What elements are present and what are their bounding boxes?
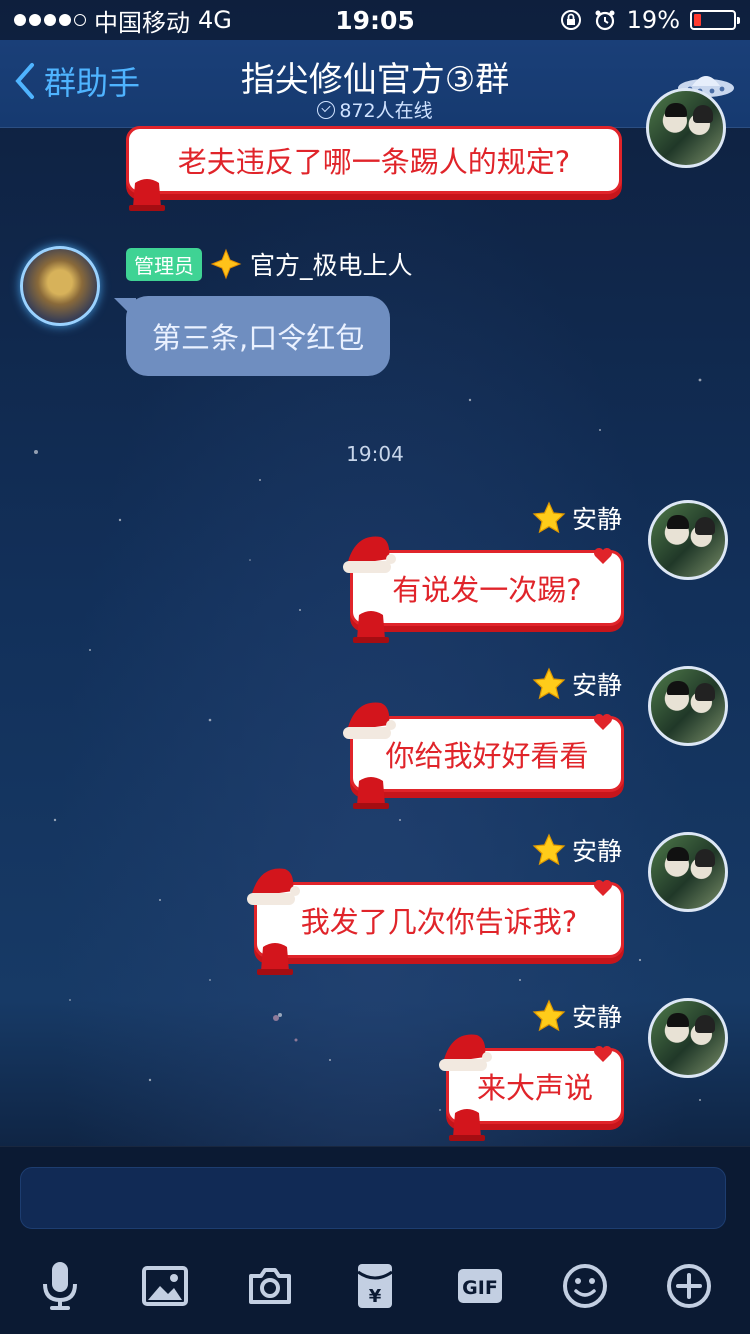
- emoji-button[interactable]: [559, 1260, 611, 1312]
- smiley-icon: [562, 1264, 607, 1308]
- check-circle-icon: [317, 101, 336, 119]
- message-text: 老夫违反了哪一条踢人的规定?: [177, 145, 571, 179]
- message-input[interactable]: [20, 1167, 726, 1229]
- bell-icon: [353, 777, 389, 809]
- bell-icon: [353, 611, 389, 643]
- avatar[interactable]: [648, 500, 728, 580]
- chat-background: [0, 0, 750, 1334]
- avatar[interactable]: [648, 998, 728, 1078]
- bell-icon: [449, 1109, 485, 1141]
- sender-name: 安静: [571, 837, 622, 866]
- nav-bar: 群助手 指尖修仙官方③群 872人在线: [0, 40, 750, 128]
- message-bubble[interactable]: 你给我好好看看: [343, 702, 624, 809]
- status-left: 中国移动 4G: [14, 3, 274, 38]
- message-text: 第三条,口令红包: [152, 321, 365, 355]
- red-packet-button[interactable]: ¥: [349, 1260, 401, 1312]
- camera-icon: [249, 1268, 292, 1304]
- gif-icon: GIF: [457, 1269, 502, 1303]
- rotation-lock-icon: [560, 10, 581, 30]
- avatar[interactable]: [648, 832, 728, 912]
- svg-text:GIF: GIF: [462, 1277, 498, 1299]
- santa-hat-icon: [247, 868, 300, 905]
- sender-row: 安静: [532, 832, 622, 868]
- heart-icon: [594, 880, 612, 896]
- timestamp: 19:04: [346, 442, 404, 466]
- starfield: [34, 378, 702, 1111]
- heart-icon: [594, 714, 612, 730]
- sender-name: 官方_极电上人: [250, 251, 413, 280]
- battery-icon: [690, 10, 740, 30]
- carrier-label: 中国移动: [94, 8, 190, 37]
- avatar[interactable]: [20, 246, 100, 326]
- message-bubble[interactable]: 老夫违反了哪一条踢人的规定?: [126, 126, 622, 211]
- admin-badge: 管理员: [126, 247, 202, 281]
- gif-button[interactable]: GIF: [454, 1260, 506, 1312]
- star-icon: [532, 667, 566, 700]
- image-button[interactable]: [139, 1260, 191, 1312]
- message-text: 来大声说: [476, 1071, 593, 1105]
- clock: 19:05: [335, 5, 415, 35]
- star-icon: [532, 501, 566, 534]
- sender-name: 安静: [571, 1003, 622, 1032]
- image-icon: [142, 1266, 189, 1306]
- santa-hat-icon: [343, 536, 396, 573]
- plus-circle-icon: [667, 1264, 712, 1308]
- message-bubble[interactable]: 我发了几次你告诉我?: [247, 868, 624, 975]
- bell-icon: [257, 943, 293, 975]
- message-bubble[interactable]: 有说发一次踢?: [343, 536, 624, 643]
- heart-icon: [594, 548, 612, 564]
- sparkle-icon: [210, 248, 242, 280]
- online-count: 872人在线: [0, 96, 750, 123]
- alarm-icon: [595, 10, 615, 31]
- camera-button[interactable]: [244, 1260, 296, 1312]
- network-label: 4G: [198, 6, 232, 34]
- red-packet-icon: ¥: [357, 1264, 393, 1308]
- signal-icon: [14, 14, 86, 26]
- message-text: 我发了几次你告诉我?: [300, 905, 578, 939]
- input-toolbar: ¥ GIF: [0, 1251, 750, 1321]
- input-area: ¥ GIF: [0, 1146, 750, 1334]
- svg-text:¥: ¥: [369, 1286, 382, 1307]
- star-icon: [532, 999, 566, 1032]
- sender-name: 安静: [571, 671, 622, 700]
- bell-icon: [129, 179, 165, 211]
- battery-percent: 19%: [626, 6, 680, 34]
- status-right: 19%: [476, 6, 740, 34]
- more-button[interactable]: [663, 1260, 715, 1312]
- online-count-label: 872人在线: [339, 100, 433, 122]
- page-title: 指尖修仙官方③群: [240, 60, 510, 100]
- sender-name: 安静: [571, 505, 622, 534]
- message-text: 有说发一次踢?: [392, 573, 582, 607]
- message-bubble[interactable]: 来大声说: [439, 1034, 624, 1141]
- battery-fill: [694, 14, 702, 26]
- status-bar: 中国移动 4G 19:05 19%: [0, 0, 750, 40]
- santa-hat-icon: [439, 1034, 492, 1071]
- microphone-icon: [43, 1262, 78, 1310]
- star-icon: [532, 833, 566, 866]
- sender-row: 安静: [532, 998, 622, 1034]
- sender-row: 管理员 官方_极电上人: [126, 246, 413, 282]
- sender-row: 安静: [532, 500, 622, 536]
- message-text: 你给我好好看看: [385, 739, 589, 773]
- santa-hat-icon: [343, 702, 396, 739]
- voice-button[interactable]: [34, 1260, 86, 1312]
- message-bubble[interactable]: 第三条,口令红包: [126, 296, 391, 376]
- avatar[interactable]: [648, 666, 728, 746]
- sender-row: 安静: [532, 666, 622, 702]
- heart-icon: [594, 1046, 612, 1062]
